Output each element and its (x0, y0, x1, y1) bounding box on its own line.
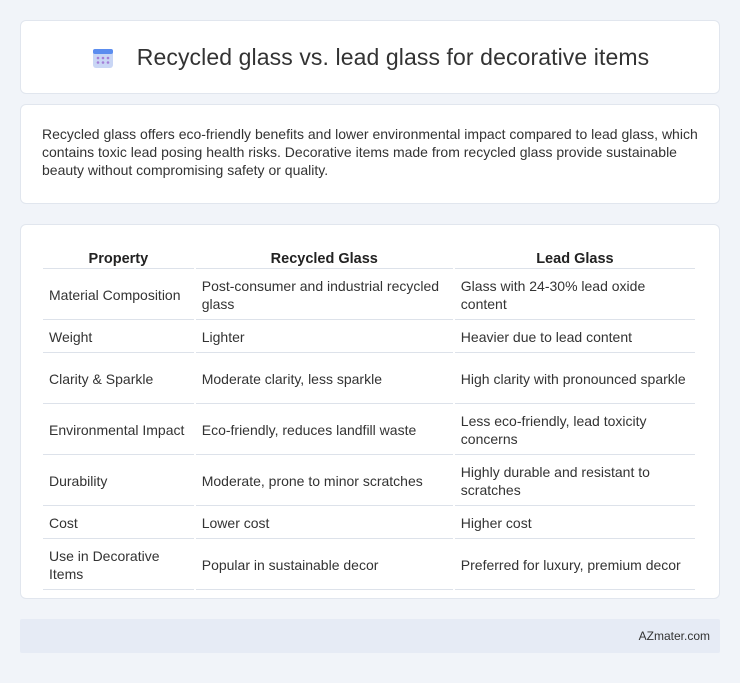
table-row: Weight Lighter Heavier due to lead conte… (43, 322, 695, 353)
table-row: Use in Decorative Items Popular in susta… (43, 541, 695, 590)
page-title: Recycled glass vs. lead glass for decora… (136, 43, 650, 70)
footer-site-link[interactable]: AZmater.com (639, 629, 710, 643)
header-lead-glass: Lead Glass (454, 247, 695, 269)
intro-text: Recycled glass offers eco-friendly benef… (42, 126, 698, 178)
row-recycled-value: Lower cost (195, 508, 453, 539)
row-lead-value: Highly durable and resistant to scratche… (454, 457, 695, 506)
table-row: Environmental Impact Eco-friendly, reduc… (43, 406, 695, 455)
row-lead-value: Glass with 24-30% lead oxide content (454, 271, 695, 320)
row-lead-value: Preferred for luxury, premium decor (454, 541, 695, 590)
header-property: Property (43, 247, 194, 269)
table-row: Material Composition Post-consumer and i… (43, 271, 695, 320)
row-property: Cost (43, 508, 194, 539)
row-recycled-value: Popular in sustainable decor (195, 541, 453, 590)
intro-card: Recycled glass offers eco-friendly benef… (20, 104, 720, 204)
title-card: Recycled glass vs. lead glass for decora… (20, 20, 720, 94)
row-property: Weight (43, 322, 194, 353)
table-row: Durability Moderate, prone to minor scra… (43, 457, 695, 506)
header-recycled-glass: Recycled Glass (195, 247, 453, 269)
table-row: Cost Lower cost Higher cost (43, 508, 695, 539)
row-property: Use in Decorative Items (43, 541, 194, 590)
comparison-table: Property Recycled Glass Lead Glass Mater… (41, 245, 697, 592)
row-property: Clarity & Sparkle (43, 355, 194, 404)
row-recycled-value: Eco-friendly, reduces landfill waste (195, 406, 453, 455)
footer: AZmater.com (20, 619, 720, 653)
row-recycled-value: Moderate clarity, less sparkle (195, 355, 453, 404)
row-recycled-value: Post-consumer and industrial recycled gl… (195, 271, 453, 320)
row-property: Environmental Impact (43, 406, 194, 455)
row-recycled-value: Lighter (195, 322, 453, 353)
row-lead-value: Heavier due to lead content (454, 322, 695, 353)
table-row: Clarity & Sparkle Moderate clarity, less… (43, 355, 695, 404)
table-header-row: Property Recycled Glass Lead Glass (43, 247, 695, 269)
row-property: Durability (43, 457, 194, 506)
calendar-icon (92, 49, 113, 68)
table-card: Property Recycled Glass Lead Glass Mater… (20, 224, 720, 599)
row-lead-value: Higher cost (454, 508, 695, 539)
row-recycled-value: Moderate, prone to minor scratches (195, 457, 453, 506)
row-property: Material Composition (43, 271, 194, 320)
title-wrap: Recycled glass vs. lead glass for decora… (91, 44, 650, 71)
row-lead-value: Less eco-friendly, lead toxicity concern… (454, 406, 695, 455)
row-lead-value: High clarity with pronounced sparkle (454, 355, 695, 404)
